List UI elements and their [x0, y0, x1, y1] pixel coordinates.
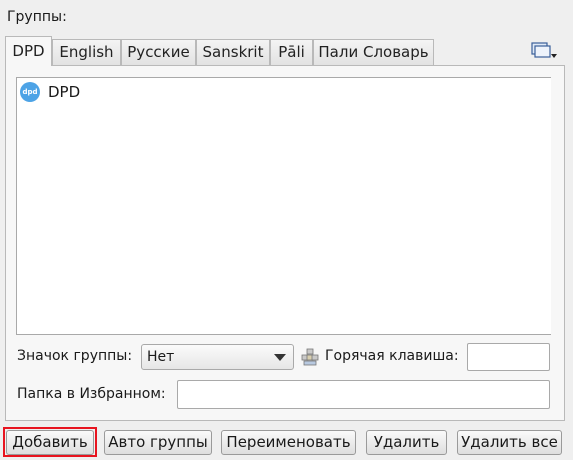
dpd-logo-icon: dpd [20, 82, 40, 102]
add-button[interactable]: Добавить [6, 430, 94, 455]
tab-english[interactable]: English [52, 39, 121, 65]
chevron-down-icon [274, 353, 286, 361]
delete-all-button[interactable]: Удалить все [457, 430, 562, 455]
groups-label: Группы: [7, 9, 67, 25]
tab-pali[interactable]: Pāli [270, 39, 313, 65]
delete-button[interactable]: Удалить [366, 430, 447, 455]
dictionary-list[interactable] [16, 77, 551, 335]
hotkey-icon [301, 348, 319, 370]
tab-dpd[interactable]: DPD [5, 36, 52, 66]
group-icon-select-value: Нет [147, 349, 175, 365]
tab-pali-dictionary[interactable]: Пали Словарь [313, 39, 434, 65]
hotkey-label: Горячая клавиша: [325, 348, 459, 364]
group-icon-select[interactable]: Нет [141, 344, 294, 370]
tab-list-icon[interactable] [528, 40, 560, 62]
auto-groups-button[interactable]: Авто группы [104, 430, 212, 455]
favorites-folder-input[interactable] [177, 380, 550, 409]
tab-russian[interactable]: Русские [121, 39, 196, 65]
tab-sanskrit[interactable]: Sanskrit [196, 39, 270, 65]
hotkey-input[interactable] [467, 343, 550, 371]
list-item[interactable]: dpd DPD [20, 82, 80, 102]
favorites-folder-label: Папка в Избранном: [17, 386, 166, 402]
rename-button[interactable]: Переименовать [221, 430, 356, 455]
list-item-label: DPD [48, 83, 81, 101]
group-icon-label: Значок группы: [17, 348, 133, 364]
